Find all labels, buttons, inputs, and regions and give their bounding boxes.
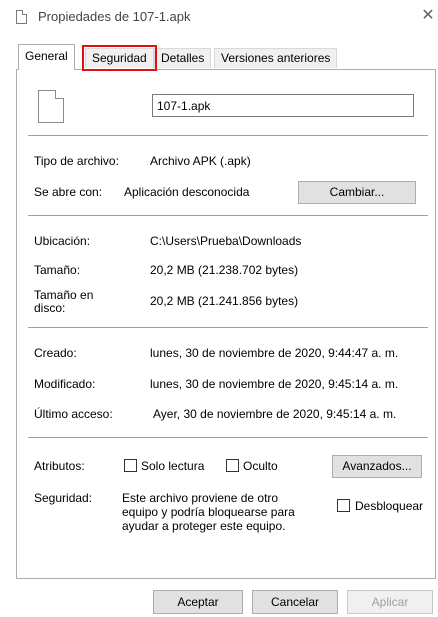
security-text-line2: equipo y podría bloquearse para	[122, 505, 295, 519]
separator	[28, 437, 428, 438]
advanced-button[interactable]: Avanzados...	[332, 455, 422, 478]
readonly-checkbox[interactable]	[124, 459, 137, 472]
location-value: C:\Users\Prueba\Downloads	[150, 234, 302, 248]
disk-size-value: 20,2 MB (21.241.856 bytes)	[150, 294, 299, 308]
tab-versiones-anteriores[interactable]: Versiones anteriores	[214, 48, 338, 68]
title-bar: Propiedades de 107-1.apk ✕	[0, 0, 438, 34]
readonly-label[interactable]: Solo lectura	[141, 459, 204, 473]
file-name-input[interactable]	[152, 94, 414, 117]
hidden-label[interactable]: Oculto	[243, 459, 278, 473]
size-label: Tamaño:	[34, 263, 81, 277]
change-button[interactable]: Cambiar...	[298, 181, 416, 204]
security-text-line1: Este archivo proviene de otro	[122, 491, 279, 505]
created-value: lunes, 30 de noviembre de 2020, 9:44:47 …	[150, 346, 399, 360]
file-type-label: Tipo de archivo:	[34, 154, 119, 168]
file-type-value: Archivo APK (.apk)	[150, 154, 251, 168]
hidden-checkbox[interactable]	[226, 459, 239, 472]
security-text-line3: ayudar a proteger este equipo.	[122, 519, 286, 533]
attributes-label: Atributos:	[34, 459, 85, 473]
size-value: 20,2 MB (21.238.702 bytes)	[150, 263, 299, 277]
apply-button[interactable]: Aplicar	[347, 590, 433, 614]
accessed-label: Último acceso:	[34, 407, 113, 421]
window-title: Propiedades de 107-1.apk	[38, 9, 191, 24]
accessed-value: Ayer, 30 de noviembre de 2020, 9:45:14 a…	[153, 407, 397, 421]
separator	[28, 327, 428, 328]
tab-detalles[interactable]: Detalles	[154, 48, 212, 68]
disk-size-label-line1: Tamaño en	[34, 288, 94, 302]
file-icon	[16, 10, 27, 24]
tab-general[interactable]: General	[18, 44, 75, 70]
document-icon	[38, 90, 64, 123]
tab-seguridad[interactable]: Seguridad	[82, 45, 157, 71]
opens-with-value: Aplicación desconocida	[124, 185, 250, 199]
ok-button[interactable]: Aceptar	[153, 590, 243, 614]
opens-with-label: Se abre con:	[34, 185, 103, 199]
separator	[28, 135, 428, 136]
cancel-button[interactable]: Cancelar	[252, 590, 338, 614]
security-label: Seguridad:	[34, 491, 93, 505]
separator	[28, 215, 428, 216]
unblock-label[interactable]: Desbloquear	[355, 499, 423, 513]
created-label: Creado:	[34, 346, 77, 360]
close-icon[interactable]: ✕	[418, 6, 438, 26]
modified-label: Modificado:	[34, 377, 96, 391]
modified-value: lunes, 30 de noviembre de 2020, 9:45:14 …	[150, 377, 399, 391]
unblock-checkbox[interactable]	[337, 499, 350, 512]
disk-size-label-line2: disco:	[34, 301, 66, 315]
location-label: Ubicación:	[34, 234, 91, 248]
